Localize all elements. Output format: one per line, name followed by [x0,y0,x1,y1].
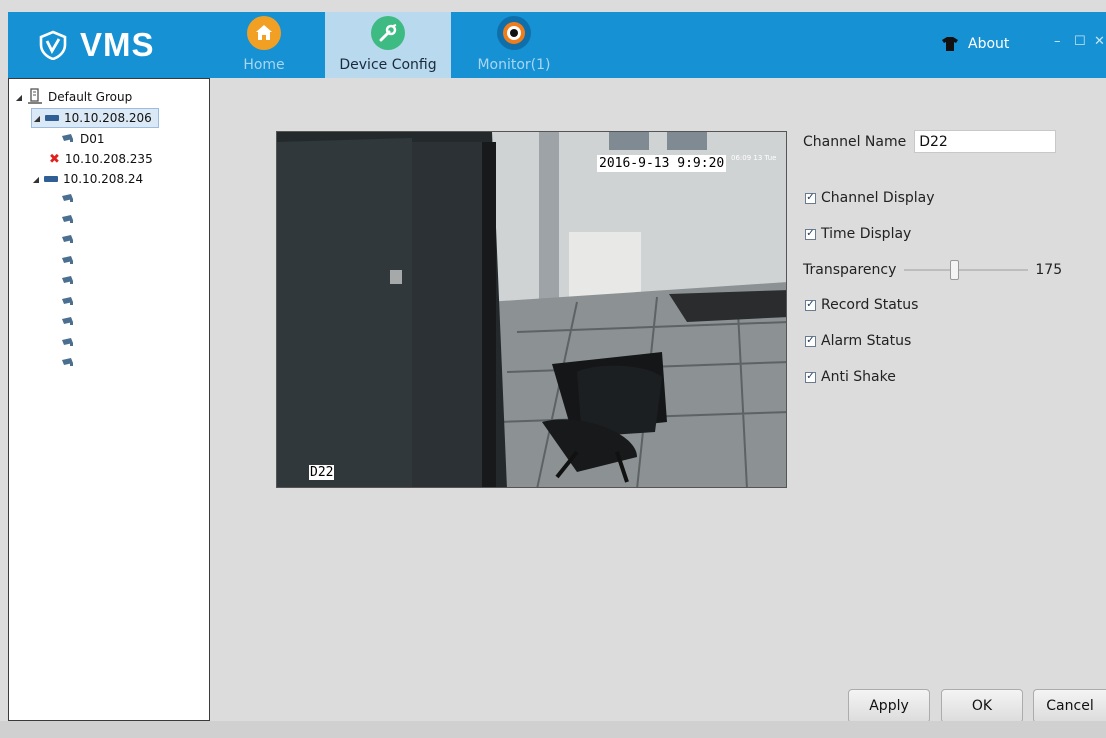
expand-arrow-icon[interactable]: ◢ [32,114,42,123]
alarm-status-label: Alarm Status [821,333,912,349]
channel-name-input[interactable] [914,130,1057,153]
vms-logo-icon [39,30,67,60]
anti-shake-checkbox[interactable]: ✓ [805,371,816,383]
minimize-icon[interactable]: – [1054,34,1061,49]
apply-button[interactable]: Apply [848,689,930,723]
channel-display-option[interactable]: ✓ Channel Display [805,190,935,206]
status-bar [0,721,1106,738]
camera-icon [61,356,75,370]
tree-node-channel[interactable] [61,292,80,312]
channel-name-row: Channel Name [803,130,1057,153]
tree-node-channel[interactable] [61,189,80,209]
tab-monitor[interactable]: Monitor(1) [474,12,554,78]
alarm-status-checkbox[interactable]: ✓ [805,335,816,347]
about-button[interactable]: About [942,36,1009,52]
camera-icon [61,254,75,268]
tree-label: 10.10.208.235 [64,152,153,166]
camera-icon [61,213,75,227]
camera-icon [61,274,75,288]
app-logo: VMS [38,26,155,64]
camera-scene-image [277,132,786,487]
tree-node-channel-d01[interactable]: D01 [61,129,105,149]
tree-node-channel[interactable] [61,230,80,250]
maximize-icon[interactable]: ☐ [1074,34,1086,49]
tree-node-device-24[interactable]: ◢ 10.10.208.24 [31,169,143,189]
tree-label: D01 [80,132,105,146]
device-tree-panel: ◢ Default Group ◢ 10.10.208.206 D01 ✖ 10… [8,78,210,721]
tree-node-device-206[interactable]: ◢ 10.10.208.206 [31,108,159,128]
slider-track [904,269,1029,271]
tab-device-config-label: Device Config [339,57,437,73]
expand-arrow-icon[interactable]: ◢ [31,175,41,184]
tree-node-default-group[interactable]: ◢ Default Group [14,87,132,107]
tree-node-device-235[interactable]: ✖ 10.10.208.235 [49,149,153,169]
time-display-checkbox[interactable]: ✓ [805,228,816,240]
time-display-option[interactable]: ✓ Time Display [805,226,911,242]
tree-label: Default Group [48,90,133,104]
video-preview: 2016-9-13 9:9:20 06:09 13 Tue D22 [276,131,787,488]
tree-label: 10.10.208.206 [64,111,152,125]
slider-thumb[interactable] [950,260,960,280]
close-icon[interactable]: ✕ [1094,34,1105,49]
record-status-label: Record Status [821,297,919,313]
wrench-icon [371,16,405,50]
group-icon [27,87,43,107]
camera-icon [61,295,75,309]
dvr-device-icon [44,172,58,186]
dvr-device-icon [45,111,59,125]
expand-arrow-icon[interactable]: ◢ [14,93,24,102]
tab-monitor-label: Monitor(1) [477,57,551,73]
offline-x-icon: ✖ [49,151,60,167]
transparency-label: Transparency [803,262,897,278]
transparency-row: Transparency 175 [803,260,1062,280]
channel-display-label: Channel Display [821,190,935,206]
channel-name-label: Channel Name [803,133,907,150]
camera-icon [61,336,75,350]
transparency-value: 175 [1035,262,1063,278]
alarm-status-option[interactable]: ✓ Alarm Status [805,333,911,349]
osd-channel-name: D22 [309,465,335,480]
osd-timestamp: 2016-9-13 9:9:20 [597,155,727,172]
osd-camera-clock: 06:09 13 Tue [731,154,777,162]
tab-home[interactable]: Home [230,12,298,78]
channel-display-checkbox[interactable]: ✓ [805,192,816,204]
time-display-label: Time Display [821,226,912,242]
tree-node-channel[interactable] [61,353,80,373]
cancel-button[interactable]: Cancel [1033,689,1106,723]
tab-device-config[interactable]: Device Config [325,12,451,78]
title-bar: VMS Home Device Config Monitor(1) About … [8,12,1106,78]
camera-icon [61,192,75,206]
tree-node-channel[interactable] [61,312,80,332]
about-label: About [968,36,1010,52]
tree-node-channel[interactable] [61,333,80,353]
camera-lens-icon [497,16,531,50]
tab-home-label: Home [243,57,285,73]
app-title: VMS [80,26,155,63]
record-status-option[interactable]: ✓ Record Status [805,297,918,313]
ok-button[interactable]: OK [941,689,1023,723]
anti-shake-option[interactable]: ✓ Anti Shake [805,369,896,385]
camera-icon [61,233,75,247]
tree-label: 10.10.208.24 [63,172,144,186]
camera-icon [61,315,75,329]
tree-node-channel[interactable] [61,271,80,291]
anti-shake-label: Anti Shake [821,369,896,385]
home-icon [247,16,281,50]
tree-node-channel[interactable] [61,251,80,271]
camera-icon [61,132,75,146]
transparency-slider[interactable] [904,260,1029,280]
record-status-checkbox[interactable]: ✓ [805,299,816,311]
shirt-icon [942,37,958,51]
tree-node-channel[interactable] [61,210,80,230]
